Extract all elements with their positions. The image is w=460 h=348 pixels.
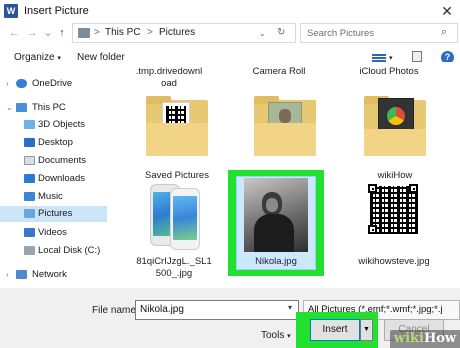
dialog-title: Insert Picture <box>24 5 89 17</box>
item-label: 81qiCrIJzgL._SL1 500_.jpg <box>136 256 212 279</box>
file-list-pane[interactable]: .tmp.drivedownl oad Camera Roll iCloud P… <box>112 62 460 288</box>
sidebar-item-label: This PC <box>32 102 66 113</box>
sidebar-item-this-pc[interactable]: ⌄ This PC <box>0 100 107 116</box>
word-app-icon: W <box>4 4 18 18</box>
computer-icon <box>16 103 27 112</box>
address-row: ← → ⌄ ↑ > This PC > Pictures ⌄ ↻ Search … <box>0 22 460 44</box>
document-icon <box>24 156 35 165</box>
folder-item-camera-roll[interactable]: Camera Roll <box>234 66 324 78</box>
search-input[interactable]: Search Pictures <box>307 28 374 39</box>
search-icon: ⌕ <box>441 26 448 38</box>
sidebar-item-label: Network <box>32 269 67 280</box>
insert-dropdown-icon[interactable]: ▼ <box>360 319 373 341</box>
item-label: wikihowsteve.jpg <box>358 256 430 267</box>
tools-menu[interactable]: Tools ▾ <box>261 330 291 341</box>
image-thumbnail <box>142 182 208 254</box>
item-label: .tmp.drivedownl <box>135 66 203 77</box>
folder-icon <box>254 96 316 156</box>
chevron-down-icon: ⌄ <box>6 103 13 112</box>
sidebar-item-label: OneDrive <box>32 78 73 89</box>
forward-arrow-icon[interactable]: → <box>24 25 40 41</box>
pictures-folder-icon <box>78 28 90 38</box>
cube-icon <box>24 120 35 129</box>
music-icon <box>24 192 35 201</box>
sidebar-item-downloads[interactable]: Downloads <box>0 171 107 187</box>
sidebar-item-label: Documents <box>38 155 87 166</box>
sidebar-item-videos[interactable]: Videos <box>0 225 107 241</box>
breadcrumb-this-pc[interactable]: This PC <box>105 27 141 38</box>
sidebar-item-label: Desktop <box>38 137 73 148</box>
cloud-icon <box>16 79 27 88</box>
network-icon <box>16 270 27 279</box>
sidebar-item-local-disk[interactable]: Local Disk (C:) <box>0 243 107 259</box>
chevron-down-icon: ▾ <box>57 55 61 62</box>
sidebar-item-network[interactable]: › Network <box>0 267 107 283</box>
refresh-icon[interactable]: ↻ <box>277 27 285 38</box>
breadcrumb-pictures[interactable]: Pictures <box>159 27 195 38</box>
item-label: wikiHow <box>377 170 413 181</box>
breadcrumb-separator: > <box>147 27 153 38</box>
sidebar-item-label: Music <box>38 191 63 202</box>
sidebar-item-documents[interactable]: Documents <box>0 153 107 169</box>
download-icon <box>24 174 35 183</box>
tools-label: Tools <box>261 330 285 341</box>
preview-pane-icon[interactable] <box>412 51 422 62</box>
address-dropdown-icon[interactable]: ⌄ <box>259 29 266 38</box>
item-label: oad <box>161 78 177 89</box>
item-label: Nikola.jpg <box>255 256 297 267</box>
folder-icon <box>146 96 208 156</box>
chevron-right-icon: › <box>6 79 9 88</box>
up-arrow-icon[interactable]: ↑ <box>54 25 70 41</box>
insert-button[interactable]: Insert <box>310 319 360 341</box>
sidebar-item-label: Pictures <box>38 208 73 219</box>
organize-button[interactable]: Organize ▾ <box>14 52 61 63</box>
sidebar-item-label: Videos <box>38 227 67 238</box>
file-name-value[interactable]: Nikola.jpg <box>140 304 184 315</box>
insert-picture-dialog: W Insert Picture ✕ ← → ⌄ ↑ > This PC > P… <box>0 0 460 348</box>
sidebar-item-desktop[interactable]: Desktop <box>0 135 107 151</box>
image-thumbnail <box>244 178 308 252</box>
close-icon[interactable]: ✕ <box>438 2 456 20</box>
back-arrow-icon[interactable]: ← <box>6 25 22 41</box>
desktop-icon <box>24 138 35 147</box>
folder-item-tmp-drivedownload[interactable]: .tmp.drivedownl oad <box>124 66 214 90</box>
chevron-down-icon[interactable]: ▾ <box>288 303 292 312</box>
address-bar[interactable]: > This PC > Pictures ⌄ ↻ <box>72 23 296 43</box>
file-name-field[interactable]: Nikola.jpg ▾ <box>135 300 299 320</box>
file-name-label: File name: <box>92 305 139 316</box>
sidebar-item-3d-objects[interactable]: 3D Objects <box>0 117 107 133</box>
title-bar: W Insert Picture ✕ <box>0 0 460 22</box>
chevron-down-icon: ▾ <box>287 333 291 340</box>
wikihow-watermark: wikiHow <box>390 330 460 348</box>
search-box[interactable]: Search Pictures ⌕ <box>300 23 458 43</box>
item-label: Saved Pictures <box>145 170 209 181</box>
organize-label: Organize <box>14 52 55 63</box>
disk-icon <box>24 246 35 255</box>
qr-code-thumbnail <box>366 182 422 238</box>
sidebar-item-label: Downloads <box>38 173 85 184</box>
sidebar-item-music[interactable]: Music <box>0 189 107 205</box>
item-label: Camera Roll <box>252 66 306 77</box>
sidebar-item-label: 3D Objects <box>38 119 85 130</box>
item-label: iCloud Photos <box>359 66 419 77</box>
pictures-icon <box>24 209 35 218</box>
sidebar-item-onedrive[interactable]: › OneDrive <box>0 76 107 92</box>
sidebar-item-label: Local Disk (C:) <box>38 245 101 256</box>
navigation-pane: › OneDrive ⌄ This PC 3D Objects Desktop … <box>0 70 107 288</box>
folder-icon <box>364 96 426 156</box>
video-icon <box>24 228 35 237</box>
breadcrumb-separator: > <box>94 27 100 38</box>
view-chevron-icon[interactable]: ▾ <box>389 54 393 62</box>
chevron-right-icon: › <box>6 270 9 279</box>
sidebar-item-pictures[interactable]: Pictures <box>0 206 107 222</box>
folder-item-icloud-photos[interactable]: iCloud Photos <box>344 66 434 78</box>
